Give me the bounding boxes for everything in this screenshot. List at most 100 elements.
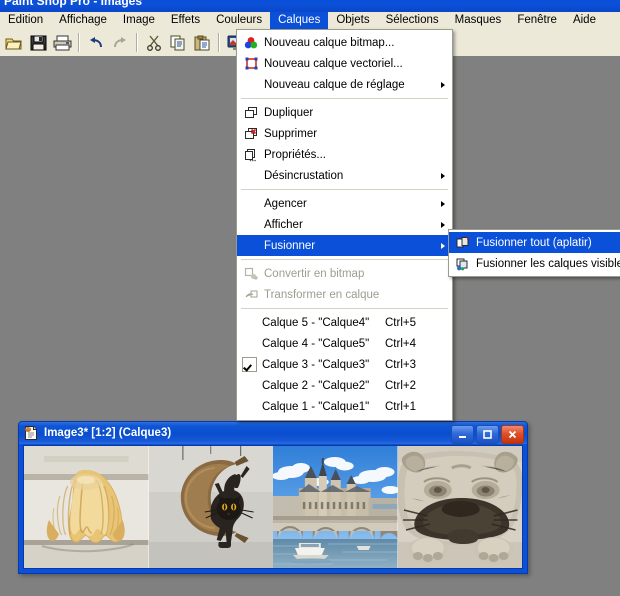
menu-item-fusionner[interactable]: Fusionner	[237, 235, 452, 256]
open-icon[interactable]	[2, 31, 26, 54]
layer-label: Calque 4 - "Calque5"	[262, 337, 370, 350]
merge-visible-icon	[453, 255, 473, 273]
layer-label: Calque 5 - "Calque4"	[262, 316, 370, 329]
menu-item-label: Transformer en calque	[264, 288, 380, 301]
menu-item-label: Nouveau calque vectoriel...	[264, 57, 403, 70]
image-window-titlebar[interactable]: Image3* [1:2] (Calque3)	[19, 422, 527, 444]
menu-item-transformer-en-calque: Transformer en calque	[237, 284, 452, 305]
vector-node-icon	[241, 55, 261, 73]
layer-accelerator: Ctrl+2	[385, 379, 416, 392]
menu-fenetre[interactable]: Fenêtre	[509, 12, 565, 29]
menu-item-desincrustation[interactable]: Désincrustation	[237, 165, 452, 186]
menu-item-label: Dupliquer	[264, 106, 314, 119]
layer-item-1[interactable]: Calque 1 - "Calque1" Ctrl+1	[237, 396, 452, 417]
menubar: Edition Affichage Image Effets Couleurs …	[0, 12, 620, 30]
menu-item-supprimer[interactable]: Supprimer	[237, 123, 452, 144]
toolbar-separator-3	[218, 33, 220, 52]
maximize-button[interactable]	[476, 425, 499, 444]
menu-item-nouveau-calque-vectoriel[interactable]: Nouveau calque vectoriel...	[237, 53, 452, 74]
menu-calques[interactable]: Calques	[270, 12, 329, 29]
app-titlebar[interactable]: Paint Shop Pro - Images	[0, 0, 620, 12]
merge-all-icon	[453, 234, 473, 252]
transform-layer-icon	[241, 286, 261, 304]
menu-edition[interactable]: Edition	[0, 12, 51, 29]
menu-item-label: Agencer	[264, 197, 307, 210]
menu-selections[interactable]: Sélections	[378, 12, 447, 29]
no-icon	[241, 216, 261, 234]
paint-shop-pro-window: Paint Shop Pro - Images Edition Affichag…	[0, 0, 620, 596]
menu-masques[interactable]: Masques	[447, 12, 510, 29]
image-canvas[interactable]	[23, 445, 523, 569]
chevron-right-icon	[441, 200, 445, 207]
menu-couleurs[interactable]: Couleurs	[208, 12, 270, 29]
toolbar-separator-2	[136, 33, 138, 52]
delete-layer-icon	[241, 125, 261, 143]
copy-icon[interactable]	[166, 31, 190, 54]
menu-item-label: Supprimer	[264, 127, 318, 140]
layer-label: Calque 2 - "Calque2"	[262, 379, 370, 392]
print-icon[interactable]	[50, 31, 74, 54]
close-button[interactable]	[501, 425, 524, 444]
menu-aide[interactable]: Aide	[565, 12, 604, 29]
layer-label: Calque 3 - "Calque3"	[262, 358, 370, 371]
menu-effets[interactable]: Effets	[163, 12, 208, 29]
save-icon[interactable]	[26, 31, 50, 54]
photo-cat-on-moon-sign	[148, 446, 273, 568]
layer-item-2[interactable]: Calque 2 - "Calque2" Ctrl+2	[237, 375, 452, 396]
psp-document-icon	[23, 425, 39, 441]
menu-image[interactable]: Image	[115, 12, 163, 29]
menu-separator-2	[241, 189, 448, 190]
submenu-item-label: Fusionner tout (aplatir)	[476, 236, 592, 249]
no-icon	[241, 167, 261, 185]
chevron-right-icon	[441, 242, 445, 249]
photo-paris-bridge-conciergerie	[273, 446, 398, 568]
menu-item-nouveau-calque-reglage[interactable]: Nouveau calque de réglage	[237, 74, 452, 95]
layer-item-5[interactable]: Calque 5 - "Calque4" Ctrl+5	[237, 312, 452, 333]
fusionner-submenu: Fusionner tout (aplatir) Fusionner les c…	[448, 229, 620, 277]
layer-item-4[interactable]: Calque 4 - "Calque5" Ctrl+4	[237, 333, 452, 354]
menu-item-convertir-en-bitmap: Convertir en bitmap	[237, 263, 452, 284]
menu-item-proprietes[interactable]: Propriétés...	[237, 144, 452, 165]
checkmark-icon	[242, 357, 257, 372]
color-circles-icon	[241, 34, 261, 52]
menu-item-afficher[interactable]: Afficher	[237, 214, 452, 235]
layer-accelerator: Ctrl+3	[385, 358, 416, 371]
no-icon	[241, 76, 261, 94]
menu-objets[interactable]: Objets	[328, 12, 377, 29]
layer-item-3[interactable]: Calque 3 - "Calque3" Ctrl+3	[237, 354, 452, 375]
cut-icon[interactable]	[142, 31, 166, 54]
photo-golden-shell-carving	[24, 446, 149, 568]
layer-properties-icon	[241, 146, 261, 164]
photo-stone-lion-sculpture	[397, 446, 522, 568]
menu-item-agencer[interactable]: Agencer	[237, 193, 452, 214]
window-controls	[451, 425, 524, 444]
menu-item-label: Désincrustation	[264, 169, 344, 182]
menu-item-label: Nouveau calque bitmap...	[264, 36, 395, 49]
layer-accelerator: Ctrl+1	[385, 400, 416, 413]
menu-item-dupliquer[interactable]: Dupliquer	[237, 102, 452, 123]
submenu-item-fusionner-tout[interactable]: Fusionner tout (aplatir)	[449, 232, 620, 253]
calques-dropdown-menu: Nouveau calque bitmap... Nouveau calque …	[236, 29, 453, 421]
chevron-right-icon	[441, 221, 445, 228]
redo-icon[interactable]	[108, 31, 132, 54]
layer-label: Calque 1 - "Calque1"	[262, 400, 370, 413]
menu-affichage[interactable]: Affichage	[51, 12, 115, 29]
menu-item-label: Propriétés...	[264, 148, 326, 161]
minimize-button[interactable]	[451, 425, 474, 444]
menu-item-label: Afficher	[264, 218, 303, 231]
menu-item-label: Convertir en bitmap	[264, 267, 365, 280]
chevron-right-icon	[441, 81, 445, 88]
duplicate-layers-icon	[241, 104, 261, 122]
submenu-item-fusionner-visibles[interactable]: Fusionner les calques visibles	[449, 253, 620, 274]
toolbar-separator-1	[78, 33, 80, 52]
no-icon	[241, 237, 261, 255]
undo-icon[interactable]	[84, 31, 108, 54]
image-window-title: Image3* [1:2] (Calque3)	[44, 427, 172, 439]
paste-icon[interactable]	[190, 31, 214, 54]
menu-item-label: Fusionner	[264, 239, 316, 252]
layer-accelerator: Ctrl+4	[385, 337, 416, 350]
convert-bitmap-icon	[241, 265, 261, 283]
menu-item-nouveau-calque-bitmap[interactable]: Nouveau calque bitmap...	[237, 32, 452, 53]
app-title: Paint Shop Pro - Images	[4, 0, 143, 8]
menu-separator-3	[241, 259, 448, 260]
